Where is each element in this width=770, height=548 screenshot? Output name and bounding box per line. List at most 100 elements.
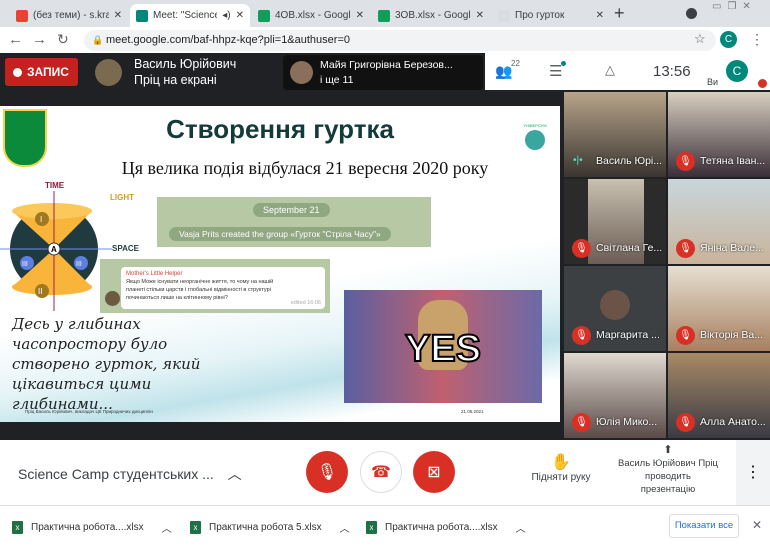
activities-icon[interactable]: △	[605, 62, 615, 78]
participant-tile[interactable]: 🎙 Маргарита ...	[564, 266, 666, 351]
sender-avatar	[105, 291, 120, 306]
meet-bottom-bar: Science Camp студентських ... ︿ 🎙 ☎ ⊠ ✋ П…	[0, 440, 770, 505]
address-bar: ← → ↻ 🔒 meet.google.com/baf-hhpz-kqe?pli=…	[0, 27, 770, 53]
meeting-details-button[interactable]: Science Camp студентських ... ︿	[18, 464, 242, 484]
close-icon[interactable]: ✕	[476, 10, 484, 21]
excel-file-icon: x	[366, 520, 377, 534]
menu-icon[interactable]: ⋮	[750, 31, 764, 48]
tab-pro-hurtok[interactable]: Про гурток ✕	[492, 4, 610, 27]
participant-tile[interactable]: 🎙 Тетяна Іван...	[668, 92, 770, 177]
slide-subtitle: Ця велика подія відбулася 21 вересня 202…	[121, 158, 489, 178]
telegram-group-event: September 21 Vasja Prits created the gro…	[157, 197, 431, 247]
download-filename: Практична робота....xlsx	[385, 521, 498, 533]
other-participants[interactable]: Майя Григорівна Березов... і ще 11	[283, 55, 483, 90]
people-icon[interactable]: 👥	[495, 63, 512, 80]
tab-label: (без теми) - s.krav	[33, 10, 109, 21]
region-3-right-label: III	[76, 261, 82, 268]
tab-bar: (без теми) - s.krav ✕ Meet: "Science ◂) ✕ 4…	[0, 0, 770, 27]
reload-icon[interactable]: ↻	[57, 31, 69, 48]
mic-off-icon: 🎙	[572, 413, 591, 432]
tab-meet[interactable]: Meet: "Science ◂) ✕	[130, 4, 250, 27]
raise-hand-button[interactable]: ✋ Підняти руку	[524, 452, 598, 483]
bookmark-star-icon[interactable]: ☆	[694, 31, 706, 47]
participant-tile[interactable]: 🎙 Вікторія Ва...	[668, 266, 770, 351]
download-item[interactable]: x Практична робота....xlsx ︿	[366, 516, 526, 538]
participant-avatar	[290, 61, 313, 84]
participant-name: Алла Анато...	[700, 416, 766, 428]
excel-file-icon: x	[12, 520, 23, 534]
page-icon	[498, 9, 510, 22]
forward-icon[interactable]: →	[32, 31, 47, 48]
raise-hand-label: Підняти руку	[531, 472, 591, 483]
chevron-up-icon[interactable]: ︿	[162, 520, 172, 535]
tab-sheets-3ov[interactable]: 3ОВ.xlsx - Google T ✕	[372, 4, 490, 27]
others-name: Майя Григорівна Березов...	[320, 59, 453, 71]
presenter-name: Василь Юрійович	[134, 57, 237, 71]
participant-tile[interactable]: •|• Василь Юрі...	[564, 92, 666, 177]
self-avatar[interactable]: C	[726, 60, 748, 82]
url-input[interactable]: 🔒 meet.google.com/baf-hhpz-kqe?pli=1&auth…	[84, 30, 716, 51]
lock-icon: 🔒	[92, 35, 104, 45]
sheets-icon	[378, 9, 390, 22]
slide-footer-author: Пріц Василь Юрійович, викладач ЦК Природ…	[25, 409, 153, 414]
meeting-title: Science Camp студентських ...	[18, 466, 214, 482]
close-icon[interactable]: ✕	[114, 10, 122, 21]
chevron-up-icon: ︿	[227, 466, 242, 482]
sheets-icon	[258, 9, 270, 22]
meet-icon	[136, 9, 148, 22]
chevron-up-icon[interactable]: ︿	[516, 520, 526, 535]
participant-name: Яніна Вале...	[700, 242, 764, 254]
excel-file-icon: x	[190, 520, 201, 534]
tab-label: 4ОВ.xlsx - Google T	[275, 10, 351, 21]
tab-label: 3ОВ.xlsx - Google T	[395, 10, 471, 21]
point-a-label: A	[51, 245, 57, 254]
audio-icon[interactable]: ◂)	[222, 10, 230, 21]
date-badge: September 21	[253, 203, 330, 217]
chevron-up-icon[interactable]: ︿	[340, 520, 350, 535]
window-controls[interactable]: ▭❐✕	[712, 1, 757, 12]
message-edited: edited 16:06	[290, 300, 321, 306]
new-tab-button[interactable]: +	[614, 3, 625, 24]
back-icon[interactable]: ←	[8, 31, 23, 48]
region-1-label: I	[40, 215, 42, 224]
tab-gmail[interactable]: (без теми) - s.krav ✕	[10, 4, 128, 27]
participant-name: Василь Юрі...	[596, 155, 663, 167]
presenting-text-2: презентацію	[640, 484, 696, 495]
mic-off-icon: 🎙	[676, 152, 695, 171]
close-icon[interactable]: ✕	[596, 10, 604, 21]
close-shelf-icon[interactable]: ✕	[752, 518, 762, 532]
participant-tile[interactable]: 🎙 Юлія Мико...	[564, 353, 666, 438]
microphone-toggle[interactable]: 🎙	[306, 451, 348, 493]
more-options-icon[interactable]: ⋮	[736, 440, 770, 505]
participant-tile[interactable]: 🎙 Алла Анато...	[668, 353, 770, 438]
participant-name: Тетяна Іван...	[700, 155, 766, 167]
telegram-message: Mother's Little Helper Якщо Може існуват…	[100, 259, 330, 313]
presenting-name: Василь Юрійович Пріц	[618, 458, 718, 469]
url-text: meet.google.com/baf-hhpz-kqe?pli=1&authu…	[106, 34, 350, 46]
slide-footer-date: 21.05.2021	[461, 409, 484, 414]
presenter-info: Василь Юрійович Пріц на екрані	[134, 56, 236, 88]
speaking-icon: •|•	[573, 155, 583, 166]
presentation-status-button[interactable]: ⬆ Василь Юрійович Пріц проводить презентаці…	[610, 444, 726, 496]
download-item[interactable]: x Практична робота....xlsx ︿	[12, 516, 172, 538]
camera-toggle[interactable]: ⊠	[413, 451, 455, 493]
close-icon[interactable]: ✕	[356, 10, 364, 21]
participant-tile[interactable]: 🎙 Світлана Ге...	[564, 179, 666, 264]
mic-off-icon: 🎙	[676, 326, 695, 345]
mic-off-icon: 🎙	[572, 239, 591, 258]
show-all-downloads-button[interactable]: Показати все	[669, 514, 739, 538]
tab-search-icon[interactable]	[686, 8, 697, 19]
close-icon[interactable]: ✕	[236, 10, 244, 21]
group-created-notice: Vasja Prits created the group «Гурток "С…	[169, 227, 391, 241]
camera-off-icon: ⊠	[427, 464, 441, 481]
tab-sheets-4ov[interactable]: 4ОВ.xlsx - Google T ✕	[252, 4, 370, 27]
light-label: LIGHT	[110, 193, 134, 202]
download-item[interactable]: x Практична робота 5.xlsx ︿	[190, 516, 350, 538]
profile-avatar[interactable]: C	[720, 31, 737, 48]
tab-label: Meet: "Science	[153, 10, 218, 21]
time-label: TIME	[45, 181, 65, 190]
participant-name: Маргарита ...	[596, 329, 660, 341]
download-shelf: x Практична робота....xlsx ︿ x Практична ро…	[0, 505, 770, 548]
leave-call-button[interactable]: ☎	[360, 451, 402, 493]
participant-tile[interactable]: 🎙 Яніна Вале...	[668, 179, 770, 264]
